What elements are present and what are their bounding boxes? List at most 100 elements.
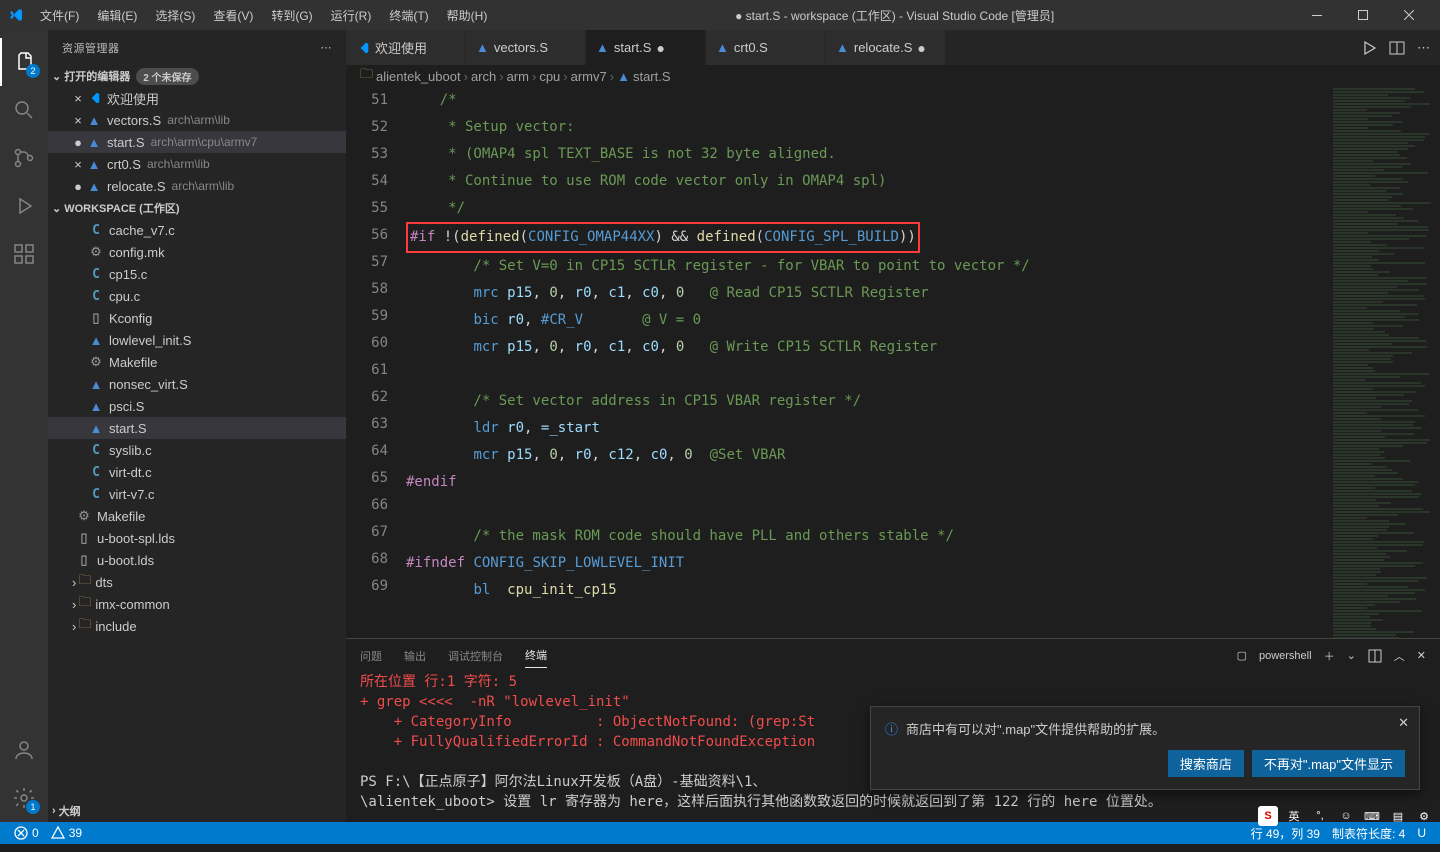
breadcrumb[interactable]: 🗀 alientek_uboot› arch› arm› cpu› armv7›… <box>346 65 1440 87</box>
file-tree-item[interactable]: Ccp15.c <box>48 263 346 285</box>
activity-explorer[interactable]: 2 <box>0 38 48 86</box>
file-tree-folder[interactable]: ›🗀dts <box>48 571 346 593</box>
menu-run[interactable]: 运行(R) <box>323 3 380 28</box>
open-editor-item[interactable]: ●▲start.Sarch\arm\cpu\armv7 <box>48 131 346 153</box>
file-tree-item[interactable]: ⚙Makefile <box>48 505 346 527</box>
ime-punct-icon[interactable]: °, <box>1310 806 1330 826</box>
file-tree-item[interactable]: ▲start.S <box>48 417 346 439</box>
terminal-shell-label[interactable]: powershell <box>1259 650 1312 662</box>
maximize-panel-icon[interactable]: ︿ <box>1394 648 1405 664</box>
close-button[interactable] <box>1386 0 1432 30</box>
terminal-dropdown-icon[interactable]: ⌄ <box>1347 649 1356 662</box>
editor-tab[interactable]: 欢迎使用 <box>346 30 466 65</box>
file-tree-item[interactable]: ⚙Makefile <box>48 351 346 373</box>
new-terminal-icon[interactable]: ＋ <box>1324 648 1335 664</box>
code-content[interactable]: /* * Setup vector: * (OMAP4 spl TEXT_BAS… <box>406 87 1330 638</box>
more-icon[interactable]: ⋯ <box>1417 40 1430 56</box>
ime-keyboard-icon[interactable]: ⌨ <box>1362 806 1382 826</box>
info-icon: ⓘ <box>885 719 898 738</box>
breadcrumb-item[interactable]: arch <box>471 69 496 84</box>
editor-tab[interactable]: ▲crt0.S <box>706 30 826 65</box>
unsaved-count-badge: 2 个未保存 <box>136 68 198 85</box>
terminal-shell-icon[interactable]: ▢ <box>1237 649 1247 662</box>
folder-icon: 🗀 <box>360 65 373 87</box>
close-panel-icon[interactable]: ✕ <box>1417 649 1426 662</box>
activity-settings[interactable]: 1 <box>0 774 48 822</box>
breadcrumb-item[interactable]: cpu <box>539 69 560 84</box>
file-tree-item[interactable]: ⚙config.mk <box>48 241 346 263</box>
open-editors-header[interactable]: ⌄ 打开的编辑器 2 个未保存 <box>48 65 346 87</box>
explorer-sidebar: 资源管理器 ⋯ ⌄ 打开的编辑器 2 个未保存 ×欢迎使用×▲vectors.S… <box>48 30 346 822</box>
editor-tab[interactable]: ▲relocate.S● <box>826 30 946 65</box>
file-tree-item[interactable]: Ccpu.c <box>48 285 346 307</box>
split-editor-icon[interactable] <box>1389 40 1405 56</box>
ime-icon[interactable]: S <box>1258 806 1278 826</box>
panel-tab-terminal[interactable]: 终端 <box>525 643 547 668</box>
editor-tab[interactable]: ▲start.S● <box>586 30 706 65</box>
code-area[interactable]: 51525354555657585960616263646566676869 /… <box>346 87 1440 638</box>
file-tree-item[interactable]: ▲psci.S <box>48 395 346 417</box>
breadcrumb-item[interactable]: alientek_uboot <box>376 69 461 84</box>
ime-softkey-icon[interactable]: ▤ <box>1388 806 1408 826</box>
open-editor-item[interactable]: ×▲crt0.Sarch\arm\lib <box>48 153 346 175</box>
chevron-down-icon: ⌄ <box>52 202 61 215</box>
ime-settings-icon[interactable]: ⚙ <box>1414 806 1434 826</box>
close-toast-icon[interactable]: ✕ <box>1398 715 1409 731</box>
window-controls <box>1294 0 1432 30</box>
panel-tab-output[interactable]: 输出 <box>404 644 426 668</box>
file-tree-item[interactable]: Cvirt-dt.c <box>48 461 346 483</box>
file-tree-item[interactable]: Csyslib.c <box>48 439 346 461</box>
activity-account[interactable] <box>0 726 48 774</box>
outline-header[interactable]: › 大纲 <box>48 800 346 822</box>
file-tree-folder[interactable]: ›🗀imx-common <box>48 593 346 615</box>
split-terminal-icon[interactable] <box>1368 649 1382 663</box>
status-encoding[interactable]: U <box>1411 826 1432 840</box>
activity-extensions[interactable] <box>0 230 48 278</box>
activity-search[interactable] <box>0 86 48 134</box>
file-tree-item[interactable]: ▯Kconfig <box>48 307 346 329</box>
search-marketplace-button[interactable]: 搜索商店 <box>1168 750 1244 777</box>
dismiss-toast-button[interactable]: 不再对".map"文件显示 <box>1252 750 1405 777</box>
status-errors[interactable]: 0 <box>8 826 45 840</box>
panel-tab-debug[interactable]: 调试控制台 <box>448 644 503 668</box>
activity-scm[interactable] <box>0 134 48 182</box>
panel-tab-problems[interactable]: 问题 <box>360 644 382 668</box>
minimap[interactable] <box>1330 87 1440 638</box>
run-icon[interactable] <box>1361 40 1377 56</box>
breadcrumb-item[interactable]: start.S <box>633 69 671 84</box>
editor-actions: ⋯ <box>1351 30 1440 65</box>
status-cursor-position[interactable]: 行 49，列 39 <box>1245 825 1326 842</box>
open-editor-item[interactable]: ×欢迎使用 <box>48 87 346 109</box>
file-tree-item[interactable]: ▲lowlevel_init.S <box>48 329 346 351</box>
ime-lang-icon[interactable]: 英 <box>1284 806 1304 826</box>
status-warnings[interactable]: 39 <box>45 826 88 840</box>
menu-help[interactable]: 帮助(H) <box>439 3 496 28</box>
workspace-label: WORKSPACE (工作区) <box>64 200 179 216</box>
ime-emoji-icon[interactable]: ☺ <box>1336 806 1356 826</box>
file-tree-item[interactable]: Cvirt-v7.c <box>48 483 346 505</box>
activity-debug[interactable] <box>0 182 48 230</box>
workspace-header[interactable]: ⌄ WORKSPACE (工作区) <box>48 197 346 219</box>
menu-selection[interactable]: 选择(S) <box>147 3 203 28</box>
minimize-button[interactable] <box>1294 0 1340 30</box>
menu-view[interactable]: 查看(V) <box>205 3 261 28</box>
editor-tab[interactable]: ▲vectors.S <box>466 30 586 65</box>
status-tab-size[interactable]: 制表符长度: 4 <box>1326 825 1411 842</box>
open-editor-item[interactable]: ●▲relocate.Sarch\arm\lib <box>48 175 346 197</box>
menu-file[interactable]: 文件(F) <box>32 3 87 28</box>
file-tree-item[interactable]: ▯u-boot.lds <box>48 549 346 571</box>
menu-terminal[interactable]: 终端(T) <box>381 3 436 28</box>
title-bar: 文件(F) 编辑(E) 选择(S) 查看(V) 转到(G) 运行(R) 终端(T… <box>0 0 1440 30</box>
file-tree-item[interactable]: ▯u-boot-spl.lds <box>48 527 346 549</box>
menu-go[interactable]: 转到(G) <box>263 3 320 28</box>
maximize-button[interactable] <box>1340 0 1386 30</box>
file-tree-item[interactable]: ▲nonsec_virt.S <box>48 373 346 395</box>
file-tree-item[interactable]: Ccache_v7.c <box>48 219 346 241</box>
file-tree-folder[interactable]: ›🗀include <box>48 615 346 637</box>
open-editor-item[interactable]: ×▲vectors.Sarch\arm\lib <box>48 109 346 131</box>
breadcrumb-item[interactable]: arm <box>507 69 529 84</box>
sidebar-more-icon[interactable]: ⋯ <box>321 41 333 54</box>
menu-edit[interactable]: 编辑(E) <box>89 3 145 28</box>
breadcrumb-item[interactable]: armv7 <box>571 69 607 84</box>
toast-message: 商店中有可以对".map"文件提供帮助的扩展。 <box>906 719 1165 738</box>
